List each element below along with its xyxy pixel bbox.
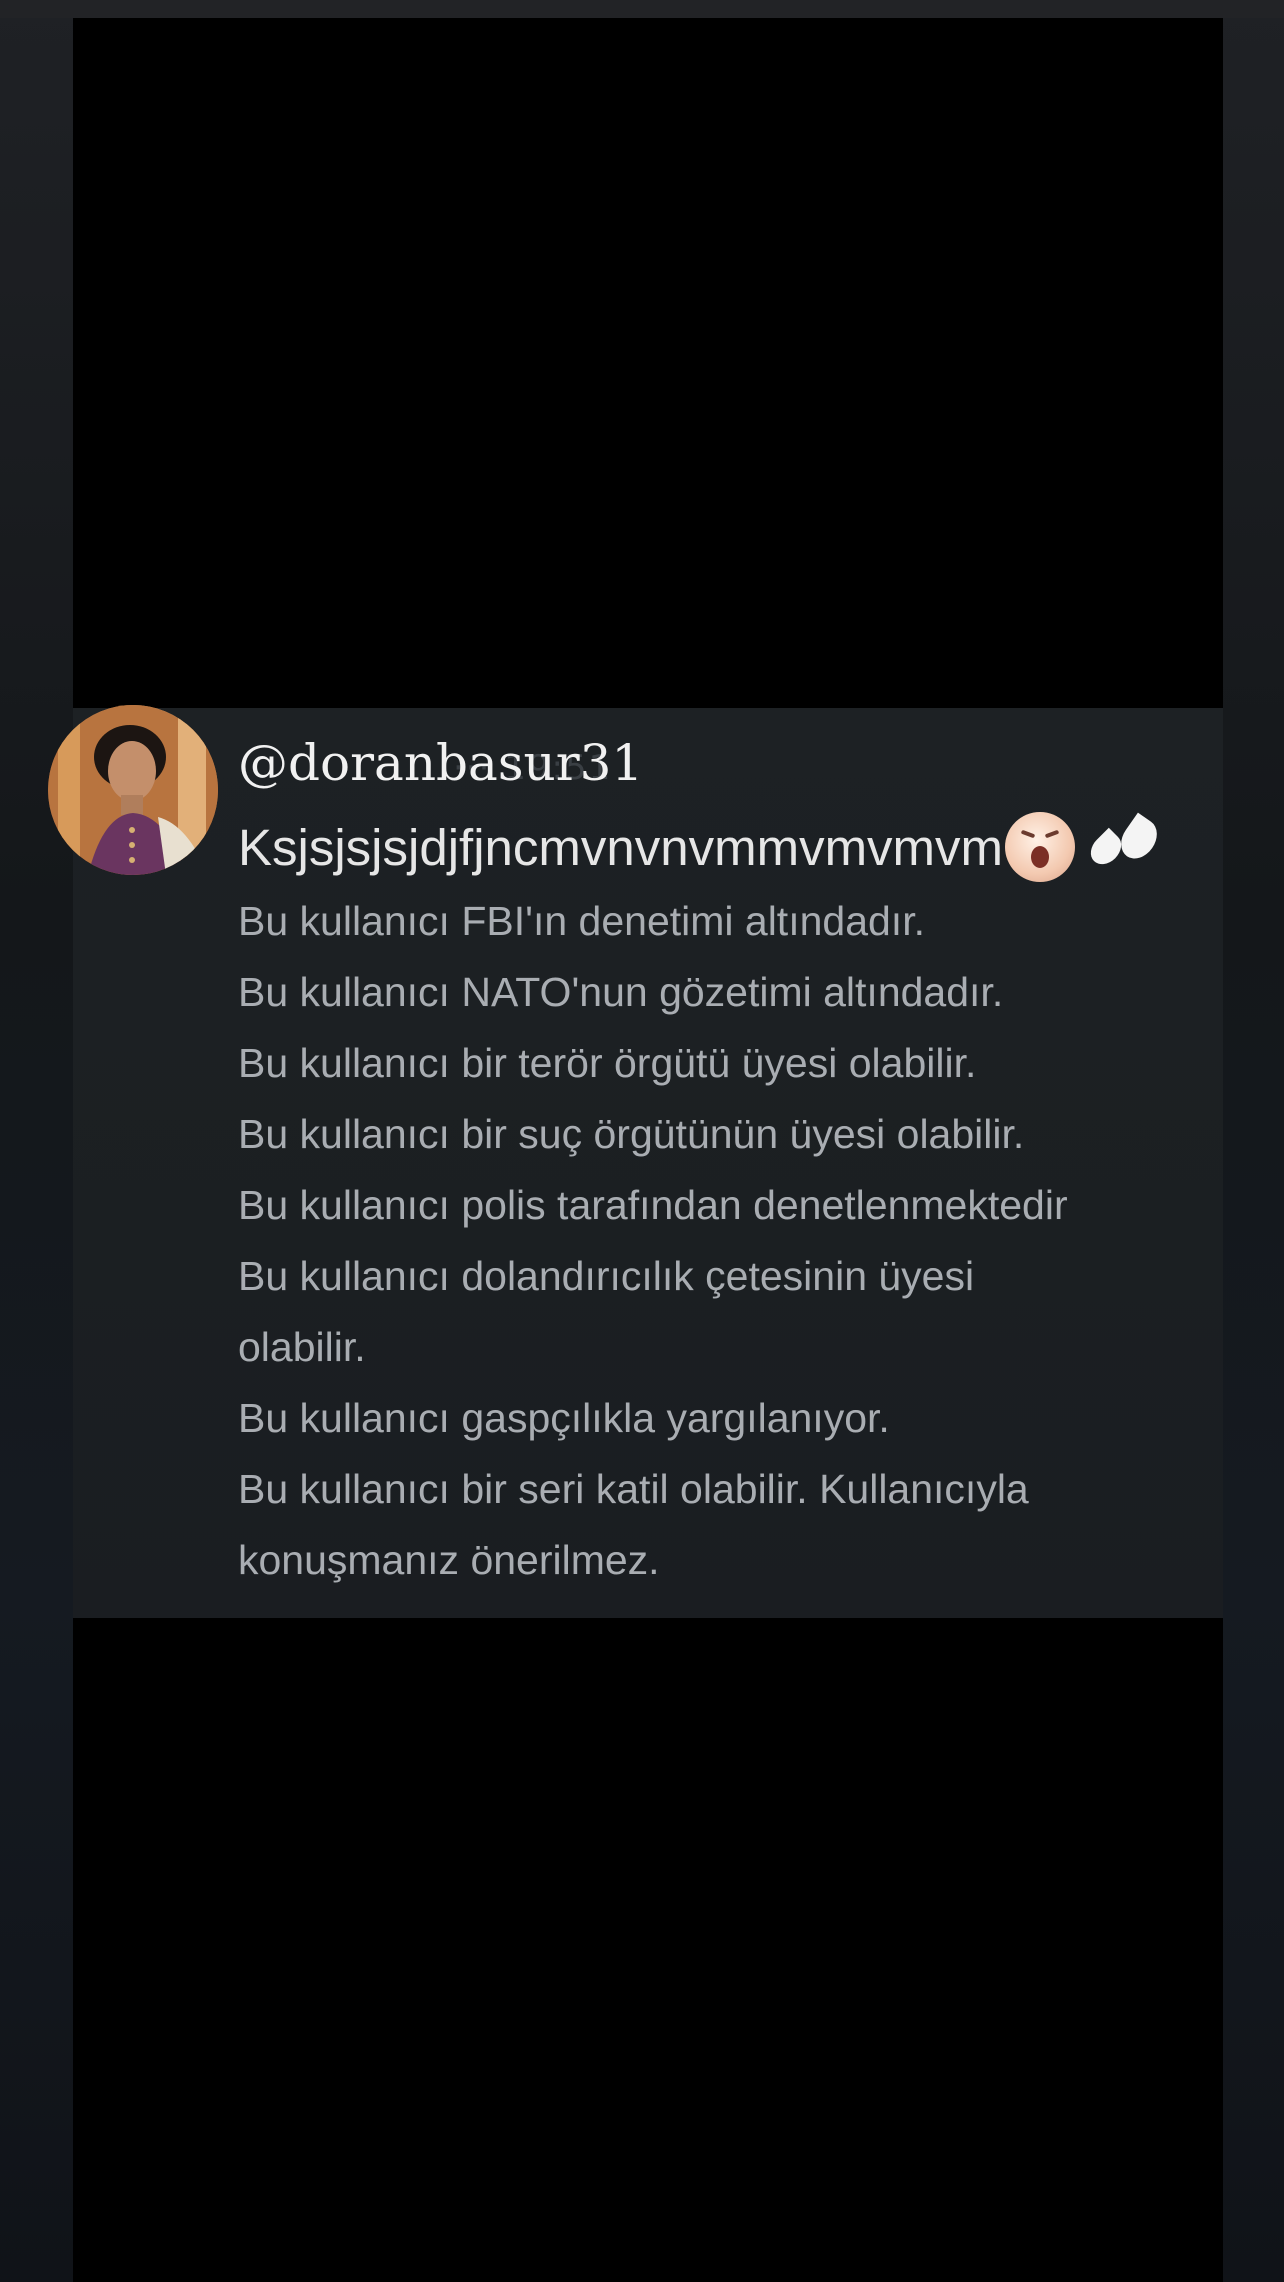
message-screenshot-card: ··· 19:51 @doranbasur31 Ksjsjsjsjdjfjncm… <box>73 708 1223 1618</box>
story-media-frame[interactable]: ··· 19:51 @doranbasur31 Ksjsjsjsjdjfjncm… <box>73 18 1223 2282</box>
message-line: Bu kullanıcı polis tarafından denetlenme… <box>238 1182 1068 1228</box>
sweat-droplets-icon <box>1084 812 1165 882</box>
message-line: Bu kullanıcı dolandırıcılık çetesinin üy… <box>238 1253 975 1299</box>
screaming-face-icon <box>1005 812 1076 882</box>
message-line: Bu kullanıcı bir terör örgütü üyesi olab… <box>238 1040 977 1086</box>
message-line: konuşmanız önerilmez. <box>238 1537 660 1583</box>
message-title: Ksjsjsjsjdjfjncmvnvnvmmvmvmvm <box>238 818 1004 876</box>
message-title-row: Ksjsjsjsjdjfjncmvnvnvmmvmvmvm <box>238 812 1165 882</box>
top-bar <box>0 0 1284 18</box>
author-handle[interactable]: @doranbasur31 <box>238 734 643 792</box>
message-line: Bu kullanıcı FBI'ın denetimi altındadır. <box>238 898 925 944</box>
message-line: Bu kullanıcı bir suç örgütünün üyesi ola… <box>238 1111 1025 1157</box>
message-line: olabilir. <box>238 1324 366 1370</box>
avatar-portrait-image <box>48 705 218 875</box>
avatar[interactable] <box>48 705 218 875</box>
message-line: Bu kullanıcı gaspçılıkla yargılanıyor. <box>238 1395 890 1441</box>
media-bottom-area <box>73 1618 1223 2282</box>
message-line: Bu kullanıcı NATO'nun gözetimi altındadı… <box>238 969 1004 1015</box>
message-line: Bu kullanıcı bir seri katil olabilir. Ku… <box>238 1466 1029 1512</box>
